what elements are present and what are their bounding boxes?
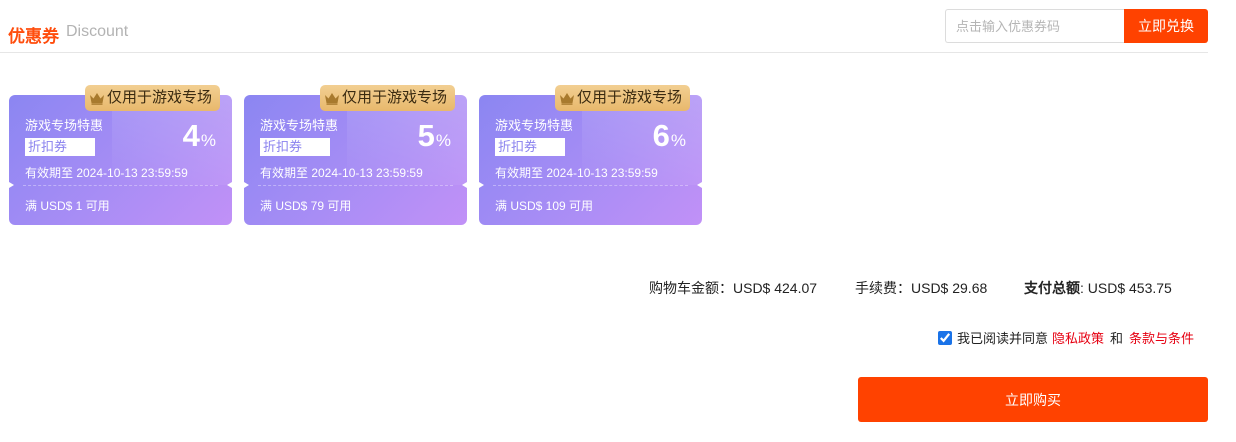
section-title: 优惠券 [8,27,59,46]
card-divider [493,185,688,186]
coupon-card[interactable]: 仅用于游戏专场 游戏专场特惠 折扣券 5% 有效期至 2024-10-13 23… [239,85,472,225]
restriction-tag: 仅用于游戏专场 [555,85,691,111]
section-subtitle: Discount [66,23,129,40]
discount-number: 4 [182,118,200,153]
agreement-text: 我已阅读并同意 [957,331,1049,346]
restriction-tag: 仅用于游戏专场 [320,85,456,111]
restriction-tag: 仅用于游戏专场 [85,85,221,111]
discount-number: 6 [652,118,670,153]
crown-icon [325,92,339,105]
coupon-type-badge: 折扣券 [260,138,330,156]
payment-total-label: 支付总额 [1024,280,1080,296]
coupon-name: 游戏专场特惠 [25,118,104,133]
tag-label: 仅用于游戏专场 [577,89,683,106]
card-divider [258,185,453,186]
notch-left [239,179,249,191]
redeem-button[interactable]: 立即兑换 [1124,9,1208,43]
cart-amount-label: 购物车金额： [649,280,733,296]
coupon-header: 优惠券 Discount 立即兑换 [0,0,1208,53]
tag-label: 仅用于游戏专场 [107,89,213,106]
notch-left [474,179,484,191]
usage-condition: 满 USD$ 109 可用 [495,199,594,213]
payment-total: 支付总额: USD$ 453.75 [1024,278,1172,298]
crown-icon [90,92,104,105]
card-divider [23,185,218,186]
coupon-card[interactable]: 仅用于游戏专场 游戏专场特惠 折扣券 6% 有效期至 2024-10-13 23… [474,85,707,225]
coupon-type-badge: 折扣券 [495,138,565,156]
discount-value: 5% [418,119,451,158]
coupon-name: 游戏专场特惠 [260,118,339,133]
terms-link[interactable]: 条款与条件 [1129,328,1194,347]
notch-left [4,179,14,191]
coupon-name: 游戏专场特惠 [495,118,574,133]
agreement-and: 和 [1110,331,1124,346]
crown-icon [560,92,574,105]
agreement-checkbox[interactable] [938,330,952,345]
discount-value: 6% [653,119,686,158]
usage-condition: 满 USD$ 79 可用 [260,199,352,213]
valid-until: 有效期至 2024-10-13 23:59:59 [25,166,188,180]
cart-amount: 购物车金额：USD$ 424.07 [649,278,817,298]
payment-total-separator: : [1080,280,1088,296]
buy-now-button[interactable]: 立即购买 [858,377,1208,422]
service-fee: 手续费：USD$ 29.68 [855,278,987,298]
tag-label: 仅用于游戏专场 [342,89,448,106]
payment-total-value: USD$ 453.75 [1087,280,1172,296]
valid-until: 有效期至 2024-10-13 23:59:59 [260,166,423,180]
service-fee-label: 手续费： [855,280,911,296]
discount-number: 5 [417,118,435,153]
discount-unit: % [435,131,451,150]
coupon-card[interactable]: 仅用于游戏专场 游戏专场特惠 折扣券 4% 有效期至 2024-10-13 23… [4,85,237,225]
cart-amount-value: USD$ 424.07 [733,280,818,296]
coupon-type-badge: 折扣券 [25,138,95,156]
service-fee-value: USD$ 29.68 [911,280,988,296]
discount-value: 4% [183,119,216,158]
discount-unit: % [200,131,216,150]
valid-until: 有效期至 2024-10-13 23:59:59 [495,166,658,180]
agreement-row: 我已阅读并同意 隐私政策 和 条款与条件 [938,328,1198,347]
usage-condition: 满 USD$ 1 可用 [25,199,110,213]
discount-unit: % [670,131,686,150]
privacy-policy-link[interactable]: 隐私政策 [1052,328,1104,347]
coupon-code-input[interactable] [945,9,1125,43]
